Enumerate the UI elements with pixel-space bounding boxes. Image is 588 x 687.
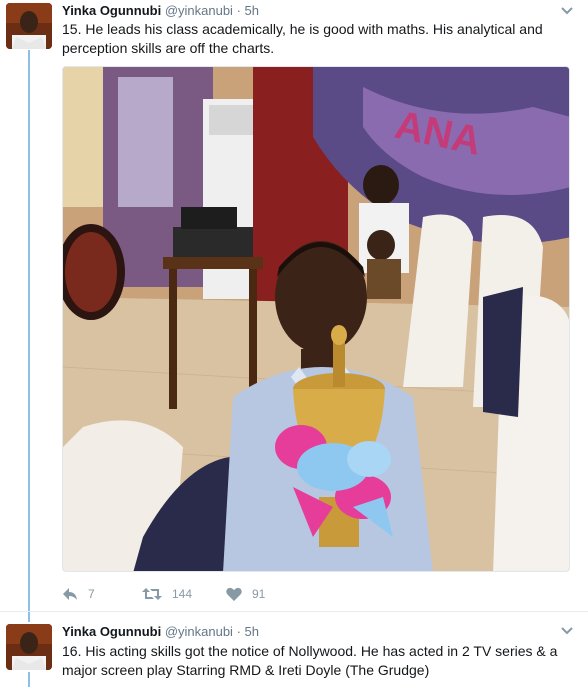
- avatar[interactable]: [6, 3, 52, 49]
- timestamp[interactable]: 5h: [245, 3, 259, 18]
- author-name[interactable]: Yinka Ogunnubi: [62, 624, 161, 639]
- separator-dot: ·: [236, 624, 241, 639]
- chevron-down-icon[interactable]: [560, 626, 574, 636]
- tweet-photo[interactable]: ANA: [62, 66, 570, 572]
- tweet-text: 15. He leads his class academically, he …: [62, 21, 543, 56]
- retweet-button[interactable]: 144: [142, 587, 226, 601]
- tweet-actions: 7 144 91: [62, 584, 286, 604]
- tweet-header: Yinka Ogunnubi @yinkanubi · 5h: [62, 3, 259, 21]
- retweet-icon: [142, 588, 162, 600]
- author-name[interactable]: Yinka Ogunnubi: [62, 3, 161, 18]
- reply-count: 7: [88, 587, 95, 601]
- reply-button[interactable]: 7: [62, 587, 142, 601]
- like-button[interactable]: 91: [226, 587, 286, 601]
- tweet-header: Yinka Ogunnubi @yinkanubi · 5h: [62, 624, 259, 642]
- heart-icon: [226, 587, 242, 601]
- separator-dot: ·: [236, 3, 241, 18]
- tweet-text: 16. His acting skills got the notice of …: [62, 643, 558, 678]
- reply-icon: [63, 588, 77, 600]
- tweet[interactable]: Yinka Ogunnubi @yinkanubi · 5h 15. He le…: [0, 0, 588, 610]
- author-handle[interactable]: @yinkanubi: [165, 624, 233, 639]
- thread-connector-line: [28, 672, 30, 687]
- chevron-down-icon[interactable]: [560, 6, 574, 16]
- avatar[interactable]: [6, 624, 52, 670]
- retweet-count: 144: [172, 587, 193, 601]
- like-count: 91: [252, 587, 266, 601]
- author-handle[interactable]: @yinkanubi: [165, 3, 233, 18]
- timestamp[interactable]: 5h: [245, 624, 259, 639]
- tweet[interactable]: Yinka Ogunnubi @yinkanubi · 5h 16. His a…: [0, 612, 588, 687]
